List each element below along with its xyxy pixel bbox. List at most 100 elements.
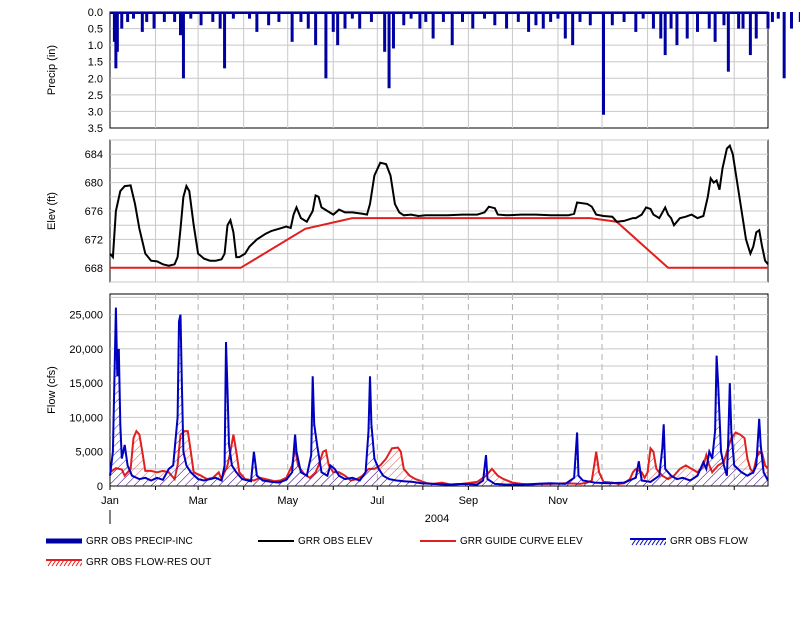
- precip-bar: [669, 12, 673, 29]
- precip-bar: [790, 12, 793, 29]
- elevation-tick-label: 668: [85, 263, 103, 275]
- precip-bar: [120, 12, 124, 29]
- legend-item: GRR OBS PRECIP-INC: [46, 536, 193, 547]
- precip-tick-label: 1.5: [88, 57, 103, 69]
- precip-bar: [675, 12, 679, 46]
- precip-bar: [741, 12, 745, 29]
- precip-bar: [505, 12, 509, 29]
- precip-bar: [306, 12, 310, 29]
- elevation-y-ticks: 668 672 676 680 684: [85, 149, 103, 275]
- precip-bar: [766, 12, 770, 29]
- precip-bar: [179, 12, 182, 36]
- precip-bar: [450, 12, 454, 46]
- precip-bar: [659, 12, 663, 39]
- flow-tick-label: 25,000: [69, 310, 103, 322]
- x-tick-label: Sep: [459, 495, 479, 507]
- precip-bar: [343, 12, 347, 29]
- precip-bar: [324, 12, 328, 79]
- legend-swatch: [420, 540, 456, 543]
- precip-bar: [218, 12, 222, 29]
- precip-bar: [663, 12, 667, 56]
- precip-tick-label: 0.5: [88, 24, 103, 36]
- legend-swatch: [46, 538, 82, 544]
- flow-axis-label: Flow (cfs): [46, 366, 58, 414]
- elevation-panel: 668 672 676 680 684 Elev (ft): [46, 139, 769, 283]
- x-tick-label: Jul: [370, 495, 384, 507]
- precip-panel: 0.0 0.5 1.0 1.5 2.0 2.5 3.0 3.5 Precip (in): [46, 7, 800, 135]
- flow-tick-label: 20,000: [69, 344, 103, 356]
- flow-tick-label: 10,000: [69, 412, 103, 424]
- precip-tick-label: 0.0: [88, 7, 103, 19]
- x-axis-year-label: 2004: [425, 513, 449, 525]
- precip-bar: [776, 12, 780, 19]
- precip-bar: [754, 12, 758, 39]
- legend-swatch: [258, 540, 294, 543]
- precip-bar: [391, 12, 395, 49]
- precip-bar: [748, 12, 752, 56]
- precip-axis-label: Precip (in): [46, 45, 58, 95]
- legend-swatch: [630, 538, 669, 546]
- chart-figure: { "chart_data": [ { "type": "bar", "ylab…: [0, 0, 800, 627]
- chart-canvas: 0.0 0.5 1.0 1.5 2.0 2.5 3.0 3.5 Precip (in) 668…: [46, 7, 800, 525]
- precip-bar: [336, 12, 340, 46]
- precip-bar: [541, 12, 545, 29]
- precip-bar: [223, 12, 227, 69]
- precip-bar: [331, 12, 335, 32]
- legend-item: GRR GUIDE CURVE ELEV: [420, 536, 583, 547]
- x-tick-label: Jan: [101, 495, 119, 507]
- precip-bar: [471, 12, 475, 29]
- precip-bar: [314, 12, 318, 46]
- precip-bar: [726, 12, 730, 72]
- precip-bar: [563, 12, 567, 39]
- flow-tick-label: 0: [97, 481, 103, 493]
- precip-bar: [527, 12, 531, 32]
- precip-bar: [782, 12, 786, 79]
- precip-bar: [255, 12, 259, 32]
- precip-bar: [571, 12, 575, 46]
- precip-bar: [770, 12, 774, 22]
- precip-bar: [737, 12, 741, 29]
- x-tick-label: Mar: [189, 495, 208, 507]
- precip-plot-frame: [109, 11, 769, 129]
- elevation-tick-label: 672: [85, 234, 103, 246]
- flow-plot-frame: [109, 293, 769, 487]
- legend-item-label: GRR OBS PRECIP-INC: [86, 536, 193, 547]
- legend-item: GRR OBS FLOW: [630, 536, 748, 547]
- precip-bar: [651, 12, 655, 29]
- precip-bar: [713, 12, 717, 42]
- legend-swatch: [46, 559, 85, 567]
- legend: GRR OBS PRECIP-INC GRR OBS ELEV GRR GUIDE …: [0, 530, 800, 580]
- precip-tick-label: 1.0: [88, 40, 103, 52]
- x-axis: Jan Mar May Jul Sep Nov: [101, 486, 735, 507]
- precip-bar: [696, 12, 699, 32]
- precip-y-ticks: 0.0 0.5 1.0 1.5 2.0 2.5 3.0 3.5: [88, 7, 103, 135]
- precip-bar: [140, 12, 144, 32]
- legend-item-label: GRR OBS ELEV: [298, 536, 373, 547]
- precip-tick-label: 3.5: [88, 123, 103, 135]
- elevation-axis-label: Elev (ft): [46, 192, 58, 230]
- precip-bar: [290, 12, 294, 42]
- x-tick-label: Nov: [548, 495, 568, 507]
- legend-item-label: GRR OBS FLOW: [670, 536, 748, 547]
- precip-bar: [707, 12, 711, 29]
- elevation-tick-label: 676: [85, 206, 103, 218]
- precip-bar: [115, 12, 119, 52]
- legend-item: GRR OBS ELEV: [258, 536, 372, 547]
- precip-bar: [431, 12, 435, 39]
- flow-tick-label: 15,000: [69, 378, 103, 390]
- precip-bar: [634, 12, 638, 32]
- precip-tick-label: 3.0: [88, 106, 103, 118]
- elevation-tick-label: 684: [85, 149, 103, 161]
- precip-bar: [152, 12, 156, 29]
- precip-bar: [181, 12, 185, 79]
- precip-tick-label: 2.0: [88, 73, 103, 85]
- elevation-tick-label: 680: [85, 178, 103, 190]
- precip-bar: [383, 12, 387, 52]
- precip-bar: [685, 12, 689, 39]
- flow-tick-label: 5,000: [75, 447, 103, 459]
- precip-bar: [387, 12, 391, 89]
- flow-y-ticks: 0 5,000 10,000 15,000 20,000 25,000: [69, 310, 103, 493]
- x-tick-label: May: [277, 495, 298, 507]
- precip-tick-label: 2.5: [88, 90, 103, 102]
- precip-bar: [418, 12, 422, 29]
